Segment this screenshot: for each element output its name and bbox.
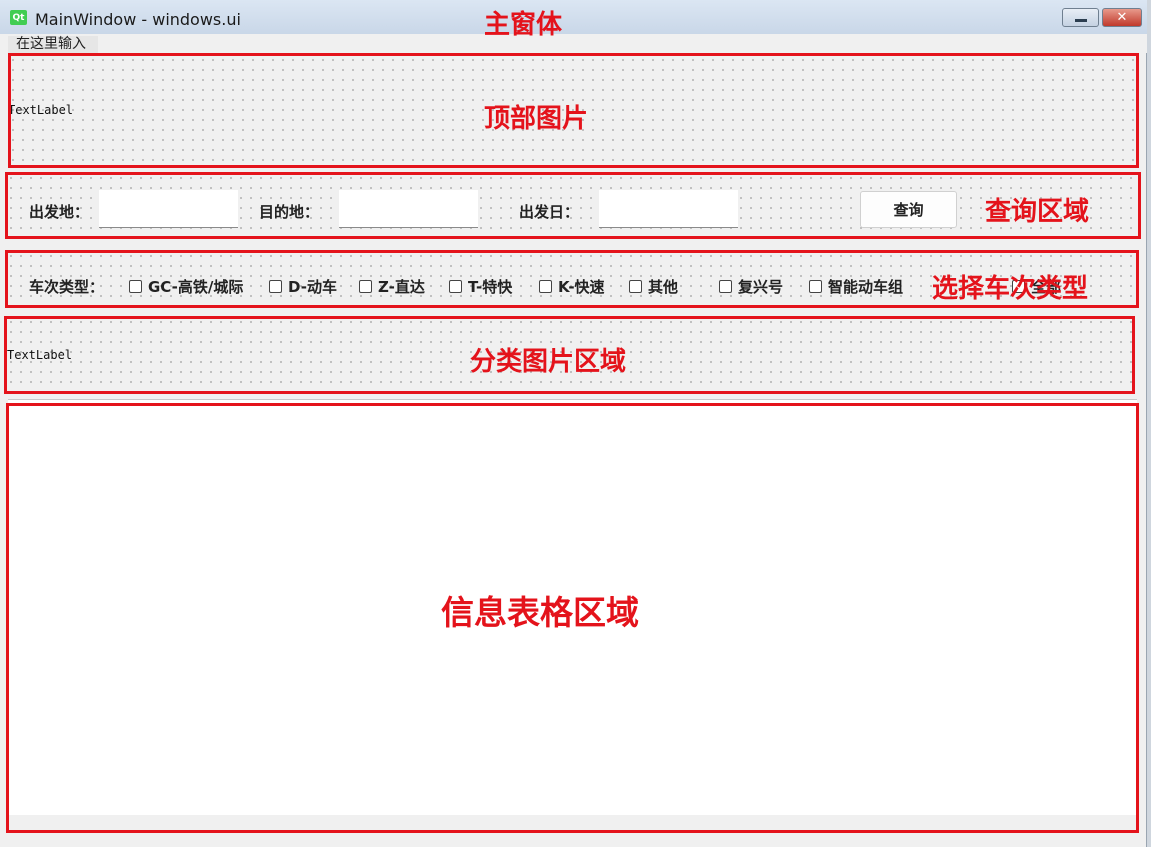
main-window: Qt MainWindow - windows.ui ✕ 在这里输入 TextL… [0,0,1147,847]
annotation-select-type: 选择车次类型 [932,274,1089,304]
minimize-button[interactable] [1062,8,1099,27]
side-panel-edge [1147,0,1151,847]
menu-type-here-input[interactable]: 在这里输入 [8,36,98,53]
qt-logo-icon: Qt [10,10,27,25]
annotation-query-area: 查询区域 [985,197,1090,227]
title-bar[interactable]: Qt MainWindow - windows.ui ✕ [0,0,1147,35]
menu-bar [0,34,1147,53]
window-title: MainWindow - windows.ui [35,10,241,29]
annotation-category-image: 分类图片区域 [470,347,627,377]
minimize-icon [1074,19,1087,22]
query-area-outline [5,172,1141,239]
annotation-info-table: 信息表格区域 [441,593,639,632]
annotation-main-window: 主窗体 [484,10,563,40]
close-button[interactable]: ✕ [1102,8,1142,27]
close-icon: ✕ [1116,10,1128,25]
annotation-top-image: 顶部图片 [484,104,589,134]
